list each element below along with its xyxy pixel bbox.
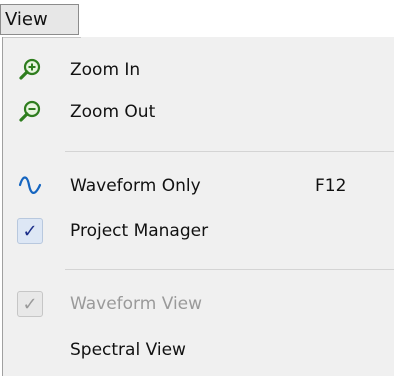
zoom-in-icon <box>15 55 45 85</box>
menu-separator <box>65 269 394 270</box>
view-dropdown-menu: Zoom In Zoom Out Waveform Only F12 ✓ Pro… <box>2 37 394 376</box>
menu-view[interactable]: View <box>0 4 79 35</box>
menu-separator <box>65 151 394 152</box>
shortcut-label: F12 <box>315 176 347 196</box>
menu-bar: View <box>0 0 394 39</box>
menu-item-label: Zoom In <box>70 60 141 80</box>
checkmark-icon: ✓ <box>15 216 45 246</box>
waveform-icon <box>15 171 45 201</box>
menu-item-zoom-out[interactable]: Zoom Out <box>3 93 394 132</box>
menu-item-waveform-view[interactable]: ✓ Waveform View <box>3 285 394 324</box>
menu-item-label: Waveform Only <box>70 176 201 196</box>
menu-item-label: Zoom Out <box>70 102 156 122</box>
menu-item-label: Project Manager <box>70 221 209 241</box>
menu-item-waveform-only[interactable]: Waveform Only F12 <box>3 167 394 206</box>
menu-item-project-manager[interactable]: ✓ Project Manager <box>3 212 394 251</box>
menu-item-zoom-in[interactable]: Zoom In <box>3 51 394 90</box>
checkmark-icon: ✓ <box>15 289 45 319</box>
menu-item-label: Spectral View <box>70 340 186 360</box>
menu-item-label: Waveform View <box>70 294 203 314</box>
zoom-out-icon <box>15 97 45 127</box>
menu-item-spectral-view[interactable]: Spectral View <box>3 331 394 370</box>
